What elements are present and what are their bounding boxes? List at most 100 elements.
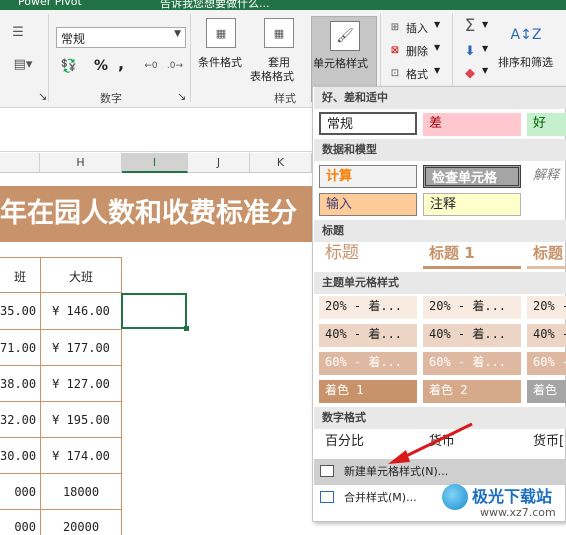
- style-40-accent[interactable]: 40% - 着...: [527, 324, 566, 347]
- table-border: [0, 257, 122, 258]
- selected-cell[interactable]: [121, 293, 187, 329]
- chevron-down-icon[interactable]: ▼: [434, 66, 440, 75]
- chevron-down-icon[interactable]: ▼: [482, 20, 488, 29]
- style-60-accent[interactable]: 60% - 着...: [527, 352, 566, 375]
- style-20-accent[interactable]: 20% - 着...: [319, 296, 417, 319]
- style-accent-1[interactable]: 着色 1: [319, 380, 417, 403]
- style-bad[interactable]: 差: [423, 113, 521, 136]
- column-header-h[interactable]: H: [40, 153, 122, 173]
- style-note[interactable]: 注释: [423, 193, 521, 216]
- style-explanatory[interactable]: 解释: [527, 165, 566, 188]
- table-cell[interactable]: ¥ 146.00: [41, 304, 121, 318]
- style-60-accent[interactable]: 60% - 着...: [319, 352, 417, 375]
- tell-me-box[interactable]: 告诉我您想要做什么...: [160, 0, 270, 10]
- autosum-icon[interactable]: Σ: [460, 16, 480, 36]
- style-check-cell[interactable]: 检查单元格: [423, 165, 521, 188]
- number-format-select[interactable]: 常规 ▼: [56, 27, 186, 48]
- table-cell[interactable]: ¥ 195.00: [41, 413, 121, 427]
- section-header: 标题: [314, 220, 566, 242]
- fill-handle[interactable]: [184, 326, 189, 331]
- chevron-down-icon[interactable]: ▼: [434, 43, 440, 52]
- format-button[interactable]: 格式: [406, 66, 428, 82]
- table-cell[interactable]: 30.00: [0, 449, 40, 463]
- table-cell[interactable]: ¥ 127.00: [41, 377, 121, 391]
- style-60-accent[interactable]: 60% - 着...: [423, 352, 521, 375]
- style-20-accent[interactable]: 20% - 着...: [423, 296, 521, 319]
- style-heading-2[interactable]: 标题: [527, 243, 566, 269]
- style-title[interactable]: 标题: [319, 243, 417, 269]
- style-input[interactable]: 输入: [319, 193, 417, 216]
- sort-filter-button[interactable]: 排序和筛选: [498, 54, 553, 70]
- table-format-button[interactable]: 表格格式: [250, 68, 294, 84]
- sheet-banner-title[interactable]: 年在园人数和收费标准分: [0, 186, 312, 242]
- style-calculation[interactable]: 计算: [319, 165, 417, 188]
- table-border: [0, 509, 122, 510]
- watermark-title: 极光下载站: [472, 487, 553, 506]
- number-group-label: 数字: [100, 92, 122, 105]
- table-cell[interactable]: 71.00: [0, 341, 40, 355]
- app-tab-label[interactable]: Power Pivot: [18, 0, 82, 8]
- fill-icon[interactable]: ⬇: [460, 42, 480, 60]
- style-good[interactable]: 好: [527, 113, 566, 136]
- watermark-url: www.xz7.com: [480, 506, 556, 519]
- red-arrow-annotation: [388, 422, 473, 464]
- chevron-down-icon[interactable]: ▼: [482, 66, 488, 75]
- clear-icon[interactable]: ◆: [460, 64, 480, 82]
- table-cell[interactable]: 32.00: [0, 413, 40, 427]
- delete-button[interactable]: 删除: [406, 43, 428, 59]
- table-border: [0, 292, 122, 293]
- table-cell[interactable]: ¥ 177.00: [41, 341, 121, 355]
- style-heading-1[interactable]: 标题 1: [423, 243, 521, 269]
- column-header-j[interactable]: J: [188, 153, 250, 173]
- decrease-decimal-icon[interactable]: .0→: [164, 56, 186, 76]
- accounting-format-icon[interactable]: 💱: [58, 56, 80, 76]
- table-format-icon: ▦: [264, 18, 294, 48]
- table-cell[interactable]: 000: [0, 520, 40, 534]
- table-cell[interactable]: 18000: [41, 485, 121, 499]
- table-cell[interactable]: ¥ 174.00: [41, 449, 121, 463]
- table-border: [0, 401, 122, 402]
- group-separator: [48, 14, 49, 102]
- style-40-accent[interactable]: 40% - 着...: [423, 324, 521, 347]
- merge-styles-icon: [320, 491, 334, 503]
- style-normal[interactable]: 常规: [319, 112, 417, 135]
- column-header-k[interactable]: K: [250, 153, 312, 173]
- section-header: 好、差和适中: [314, 87, 566, 109]
- new-style-icon: [320, 465, 334, 477]
- column-header[interactable]: [0, 153, 40, 173]
- align-dialog-launcher-icon[interactable]: ↘: [38, 90, 47, 103]
- chevron-down-icon[interactable]: ▼: [482, 44, 488, 53]
- table-border: [0, 365, 122, 366]
- column-header-bar: H I J K: [0, 153, 312, 173]
- table-border: [0, 437, 122, 438]
- style-20-accent[interactable]: 20% - 着...: [527, 296, 566, 319]
- table-cell[interactable]: 000: [0, 485, 40, 499]
- conditional-format-button[interactable]: 条件格式: [198, 54, 242, 70]
- chevron-down-icon[interactable]: ▼: [434, 20, 440, 29]
- style-currency-0[interactable]: 货币[: [527, 431, 566, 454]
- cell-style-label: 单元格样式: [313, 57, 368, 70]
- merge-styles-label: 合并样式(M)...: [344, 491, 417, 504]
- style-accent-3[interactable]: 着色: [527, 380, 566, 403]
- section-header: 主题单元格样式: [314, 272, 566, 294]
- sort-filter-icon: A↕Z: [510, 27, 542, 43]
- merge-center-icon[interactable]: ▤▾: [8, 54, 38, 74]
- table-cell[interactable]: 35.00: [0, 304, 40, 318]
- format-icon: ⊡: [390, 67, 400, 79]
- number-dialog-launcher-icon[interactable]: ↘: [177, 90, 186, 103]
- title-bar: Power Pivot 告诉我您想要做什么...: [0, 0, 566, 10]
- insert-button[interactable]: 插入: [406, 20, 428, 36]
- table-border: [0, 329, 122, 330]
- table-cell[interactable]: 38.00: [0, 377, 40, 391]
- table-header-cell[interactable]: 大班: [41, 268, 121, 285]
- column-header-i[interactable]: I: [122, 153, 188, 173]
- style-accent-2[interactable]: 着色 2: [423, 380, 521, 403]
- increase-decimal-icon[interactable]: ←0: [140, 56, 162, 76]
- percent-style-button[interactable]: %: [94, 58, 108, 74]
- table-cell[interactable]: 20000: [41, 520, 121, 534]
- style-40-accent[interactable]: 40% - 着...: [319, 324, 417, 347]
- comma-style-button[interactable]: ,: [118, 54, 124, 73]
- indent-icon[interactable]: ☰: [8, 22, 28, 42]
- table-header-cell[interactable]: 班: [0, 268, 40, 285]
- chevron-down-icon: ▼: [174, 29, 181, 39]
